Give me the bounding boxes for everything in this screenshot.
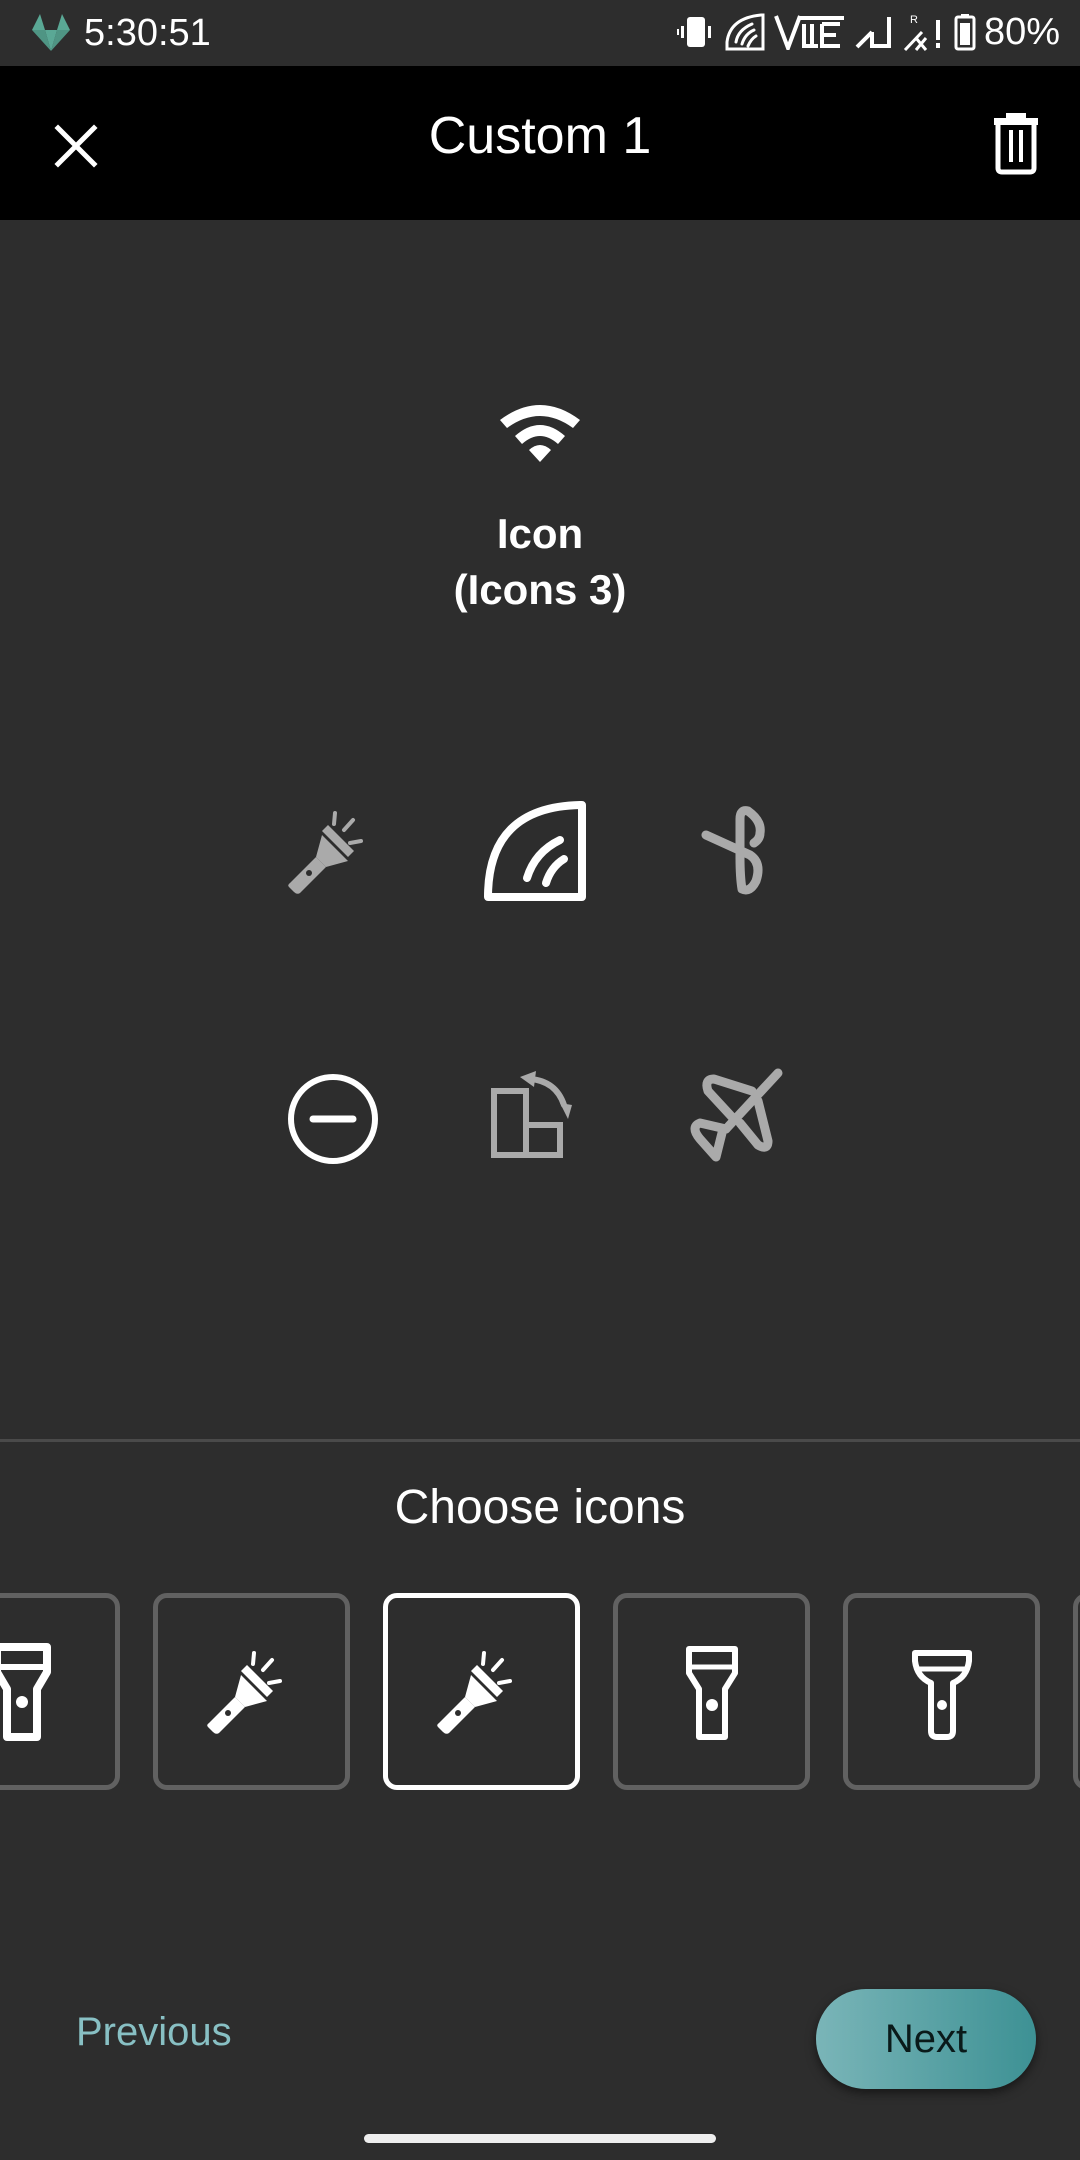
wifi-icon — [500, 405, 580, 462]
flashlight-beam-icon — [436, 1650, 512, 1734]
signal-icon — [855, 17, 891, 49]
flashlight-outline-icon — [685, 1645, 738, 1740]
flashlight-icon[interactable] — [278, 797, 388, 907]
next-button[interactable]: Next — [816, 1989, 1036, 2089]
page-title: Custom 1 — [428, 107, 652, 165]
roaming-no-data-signal-icon: R — [903, 14, 940, 52]
preview-label-pack: (Icons 3) — [453, 566, 627, 613]
icon-chooser-carousel[interactable] — [0, 1593, 1080, 1791]
vibrate-icon — [676, 17, 711, 47]
icon-option-3-selected[interactable] — [383, 1593, 580, 1790]
svg-text:R: R — [910, 14, 918, 26]
delete-button[interactable] — [988, 110, 1044, 176]
previous-button[interactable]: Previous — [76, 2010, 232, 2055]
airplane-mode-icon[interactable] — [686, 1061, 796, 1171]
preview-label: Icon (Icons 3) — [0, 506, 1080, 618]
gitlab-logo-icon — [32, 14, 70, 51]
volte-icon — [774, 15, 844, 50]
bluetooth-icon[interactable] — [686, 797, 796, 907]
icon-option-5[interactable] — [843, 1593, 1040, 1790]
trash-icon — [994, 113, 1038, 175]
flashlight-beam-icon — [206, 1650, 282, 1734]
home-indicator[interactable] — [364, 2134, 716, 2143]
choose-icons-title: Choose icons — [394, 1481, 686, 1534]
battery-icon — [954, 14, 976, 51]
hotspot-signal-icon — [725, 13, 765, 51]
preview-label-name: Icon — [496, 510, 584, 557]
signal-quadrant-icon[interactable] — [480, 797, 590, 907]
flashlight-rounded-icon — [911, 1649, 972, 1740]
do-not-disturb-icon[interactable] — [278, 1061, 388, 1171]
app-bar: Custom 1 — [0, 66, 1080, 220]
icon-option-1[interactable] — [0, 1593, 120, 1790]
status-time: 5:30:51 — [84, 12, 211, 54]
auto-rotate-icon[interactable] — [480, 1061, 590, 1171]
battery-percentage: 80% — [983, 10, 1060, 53]
section-divider — [0, 1439, 1080, 1442]
status-bar: 5:30:51 R 80% — [0, 0, 1080, 66]
icon-option-4[interactable] — [613, 1593, 810, 1790]
icon-option-6[interactable] — [1073, 1593, 1080, 1790]
flashlight-outline-icon — [0, 1642, 51, 1741]
icon-option-2[interactable] — [153, 1593, 350, 1790]
